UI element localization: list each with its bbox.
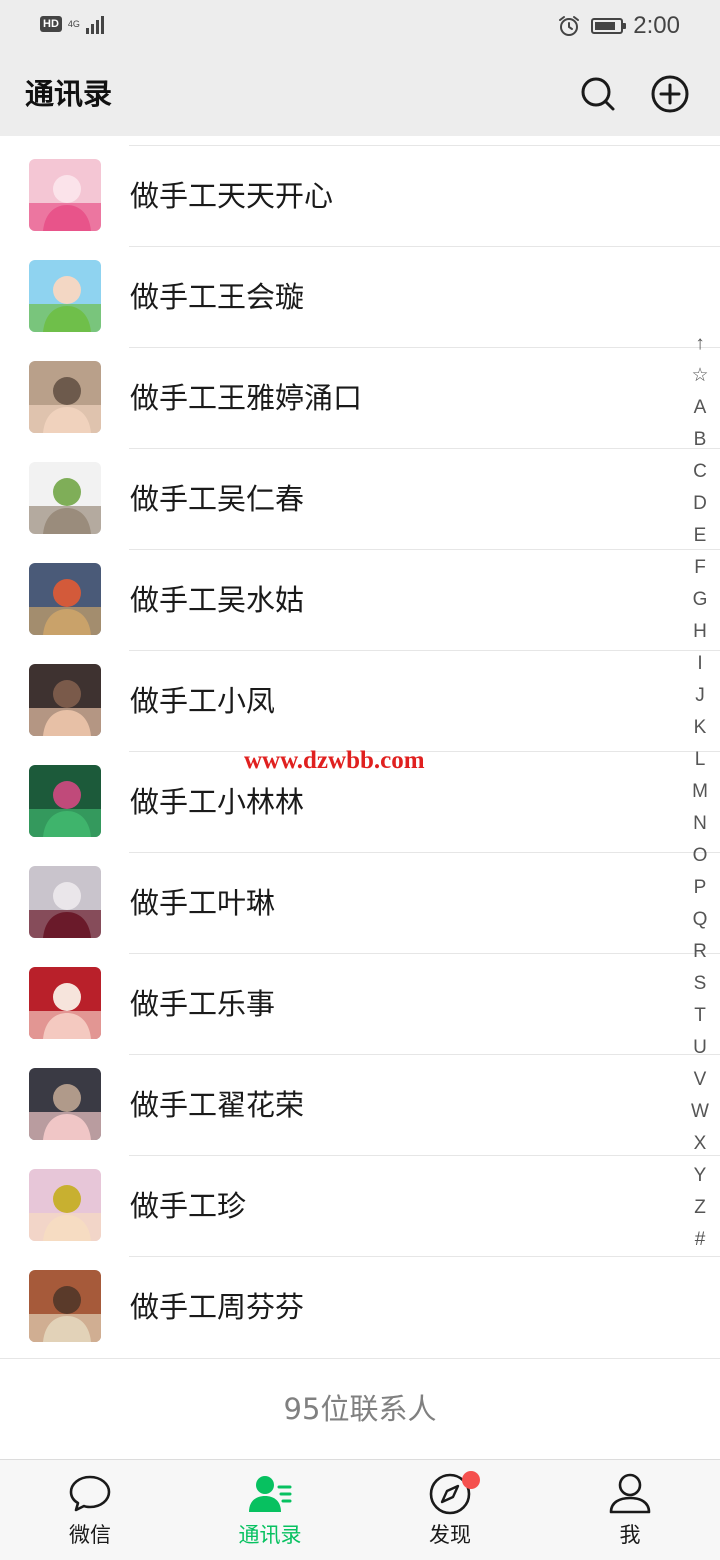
index-letter[interactable]: R	[684, 940, 716, 964]
contact-count: 95位联系人	[283, 1392, 437, 1426]
index-letter[interactable]: ↑	[684, 332, 716, 356]
avatar	[29, 1068, 101, 1140]
status-right: 2:00	[557, 10, 680, 42]
index-letter[interactable]: U	[684, 1036, 716, 1060]
tab-discover[interactable]: 发现	[360, 1460, 540, 1560]
index-letter[interactable]: D	[684, 492, 716, 516]
contact-name: 做手工吴水姑	[130, 583, 305, 617]
contact-name: 做手工天天开心	[130, 179, 334, 213]
contact-name: 做手工王雅婷涌口	[130, 381, 363, 415]
person-icon	[609, 1473, 651, 1514]
contact-name: 做手工王会璇	[130, 280, 305, 314]
index-letter[interactable]: O	[684, 844, 716, 868]
avatar	[29, 260, 101, 332]
index-letter[interactable]: C	[684, 460, 716, 484]
tab-me[interactable]: 我	[540, 1460, 720, 1560]
contact-name: 做手工周芬芬	[130, 1290, 305, 1324]
contact-item[interactable]: 做手工乐事	[0, 954, 720, 1055]
contact-name: 做手工小林林	[130, 785, 305, 819]
avatar	[29, 361, 101, 433]
avatar	[29, 1270, 101, 1342]
index-letter[interactable]: Z	[684, 1196, 716, 1220]
watermark: www.dzwbb.com	[244, 747, 425, 774]
index-letter[interactable]: M	[684, 780, 716, 804]
avatar	[29, 967, 101, 1039]
contact-name: 做手工乐事	[130, 987, 276, 1021]
contact-item[interactable]: 做手工小凤	[0, 651, 720, 752]
contact-item[interactable]: 做手工王雅婷涌口	[0, 348, 720, 449]
index-letter[interactable]: S	[684, 972, 716, 996]
index-letter[interactable]: G	[684, 588, 716, 612]
index-letter[interactable]: Q	[684, 908, 716, 932]
index-letter[interactable]: Y	[684, 1164, 716, 1188]
contact-item[interactable]: 做手工吴水姑	[0, 550, 720, 651]
add-button[interactable]	[648, 72, 692, 116]
avatar	[29, 159, 101, 231]
contact-item[interactable]: 做手工吴仁春	[0, 449, 720, 550]
index-letter[interactable]: B	[684, 428, 716, 452]
status-time: 2:00	[633, 12, 680, 39]
search-icon	[581, 77, 615, 111]
index-letter[interactable]: H	[684, 620, 716, 644]
contact-item[interactable]: 做手工叶琳	[0, 853, 720, 954]
plus-circle-icon	[651, 75, 689, 113]
contact-item[interactable]: 做手工翟花荣	[0, 1055, 720, 1156]
page-title: 通讯录	[25, 77, 113, 111]
contact-count-area: 95位联系人	[0, 1358, 720, 1460]
contact-name: 做手工叶琳	[130, 886, 276, 920]
index-letter[interactable]: E	[684, 524, 716, 548]
avatar	[29, 866, 101, 938]
tab-contacts[interactable]: 通讯录	[180, 1460, 360, 1560]
contact-name: 做手工吴仁春	[130, 482, 305, 516]
tab-label: 通讯录	[238, 1523, 302, 1547]
avatar	[29, 563, 101, 635]
chat-bubble-icon	[69, 1475, 111, 1512]
index-letter[interactable]: L	[684, 748, 716, 772]
avatar	[29, 664, 101, 736]
contact-name: 做手工珍	[130, 1189, 247, 1223]
status-bar: HD 4G 2:00	[0, 0, 720, 52]
avatar	[29, 765, 101, 837]
contact-name: 做手工翟花荣	[130, 1088, 305, 1122]
contact-item[interactable]: 做手工王会璇	[0, 247, 720, 348]
header: 通讯录	[0, 52, 720, 136]
index-letter[interactable]: A	[684, 396, 716, 420]
index-letter[interactable]: X	[684, 1132, 716, 1156]
status-left: HD 4G	[40, 14, 104, 34]
tab-label: 我	[619, 1523, 641, 1547]
search-button[interactable]	[576, 72, 620, 116]
index-letter[interactable]: N	[684, 812, 716, 836]
contact-name: 做手工小凤	[130, 684, 276, 718]
contact-item[interactable]: 做手工天天开心	[0, 146, 720, 247]
notification-badge	[462, 1471, 480, 1489]
index-letter[interactable]: J	[684, 684, 716, 708]
alarm-icon	[559, 16, 580, 36]
battery-icon	[591, 18, 627, 34]
index-letter[interactable]: K	[684, 716, 716, 740]
index-letter[interactable]: W	[684, 1100, 716, 1124]
contacts-icon	[249, 1476, 292, 1512]
tab-label: 微信	[69, 1523, 111, 1547]
index-letter[interactable]: I	[684, 652, 716, 676]
tab-label: 发现	[429, 1523, 471, 1547]
contact-item[interactable]: 做手工周芬芬	[0, 1257, 680, 1358]
contact-item[interactable]: 做手工珍	[0, 1156, 720, 1257]
signal-icon	[85, 14, 104, 34]
tab-bar: 微信 通讯录 发现 我	[0, 1459, 720, 1560]
network-type: 4G	[67, 19, 80, 29]
avatar	[29, 1169, 101, 1241]
index-letter[interactable]: T	[684, 1004, 716, 1028]
index-letter[interactable]: F	[684, 556, 716, 580]
avatar	[29, 462, 101, 534]
index-letter[interactable]: ☆	[684, 364, 716, 388]
index-letter[interactable]: #	[684, 1228, 716, 1252]
index-letter[interactable]: P	[684, 876, 716, 900]
hd-badge: HD	[40, 16, 62, 32]
index-letter[interactable]: V	[684, 1068, 716, 1092]
tab-chats[interactable]: 微信	[0, 1460, 180, 1560]
